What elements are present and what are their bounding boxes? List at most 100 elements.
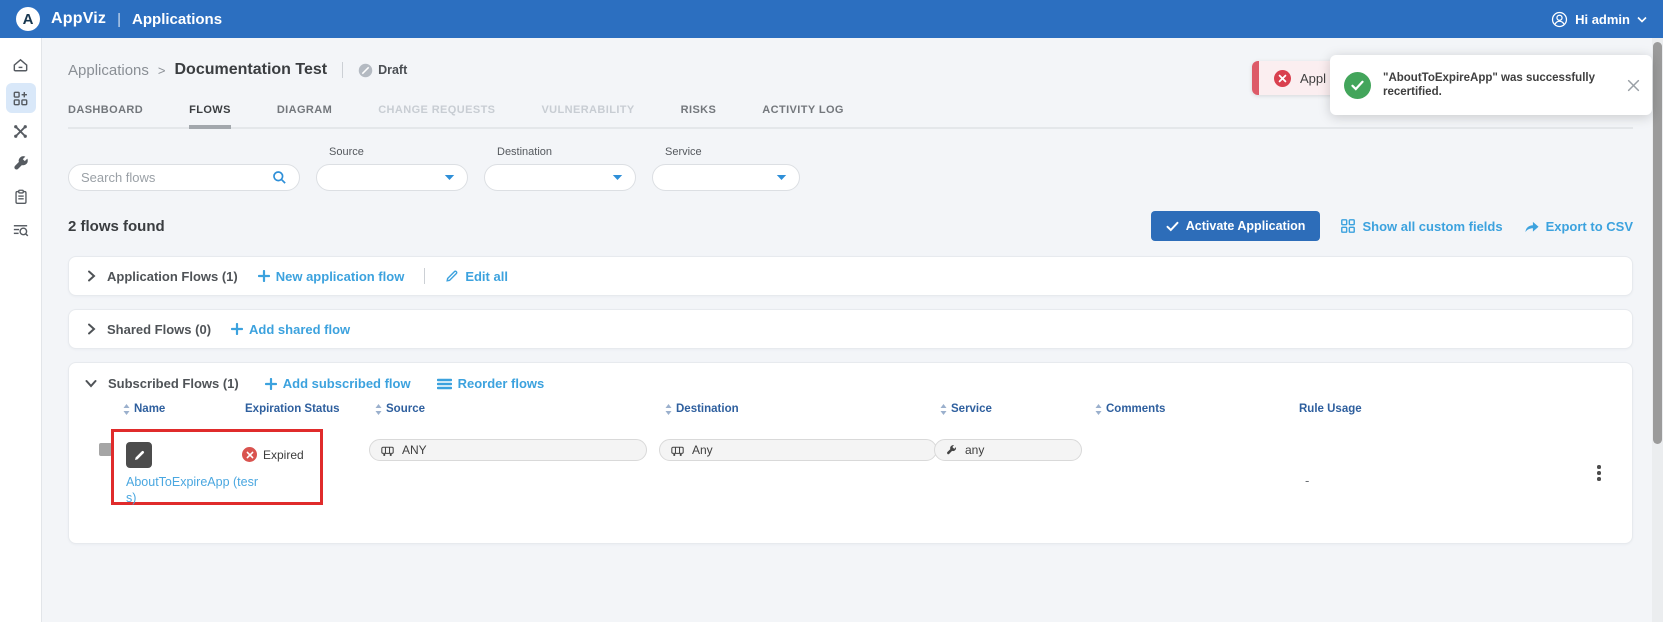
add-subscribed-flow-button[interactable]: Add subscribed flow xyxy=(265,376,411,391)
activate-application-label: Activate Application xyxy=(1186,219,1306,233)
plus-icon xyxy=(231,323,243,335)
column-header-rule-usage: Rule Usage xyxy=(1299,403,1362,415)
column-header-source[interactable]: Source xyxy=(375,403,425,415)
chevron-down-icon xyxy=(776,174,787,181)
service-value: any xyxy=(965,443,984,457)
row-menu-button[interactable] xyxy=(1593,461,1605,485)
subscribed-flows-section: Subscribed Flows (1) Add subscribed flow… xyxy=(68,362,1633,544)
sort-icon xyxy=(1095,404,1102,415)
shared-flows-toggle[interactable]: Shared Flows (0) xyxy=(87,322,211,337)
filters-row: Source Destination Service xyxy=(68,143,1633,191)
destination-value: Any xyxy=(692,443,713,457)
chevron-right-icon xyxy=(87,323,96,335)
scrollbar[interactable] xyxy=(1652,38,1663,622)
edit-all-button[interactable]: Edit all xyxy=(445,269,508,284)
table-header-row: Name Expiration Status Source Destinatio… xyxy=(69,399,1632,429)
breadcrumb-separator: > xyxy=(158,63,166,78)
wrench-icon xyxy=(12,155,30,173)
search-input[interactable] xyxy=(81,170,272,185)
sidebar-item-home[interactable] xyxy=(6,50,36,80)
alert-text: Appl xyxy=(1300,71,1326,86)
flows-found-count: 2 flows found xyxy=(68,218,165,235)
column-header-comments[interactable]: Comments xyxy=(1095,403,1165,415)
sort-icon xyxy=(375,404,382,415)
error-icon xyxy=(1274,70,1291,87)
export-csv-label: Export to CSV xyxy=(1546,219,1633,234)
tab-change-requests: CHANGE REQUESTS xyxy=(378,104,495,116)
draft-icon xyxy=(358,63,373,78)
network-x-icon xyxy=(11,122,30,141)
check-icon xyxy=(1166,221,1179,232)
tab-risks[interactable]: RISKS xyxy=(681,104,717,116)
toast-close-icon[interactable] xyxy=(1627,79,1640,92)
new-application-flow-button[interactable]: New application flow xyxy=(258,269,405,284)
traffic-icon xyxy=(670,444,685,457)
shared-flows-section: Shared Flows (0) Add shared flow xyxy=(68,309,1633,349)
tab-diagram[interactable]: DIAGRAM xyxy=(277,104,332,116)
appviz-logo-icon: A xyxy=(16,7,40,31)
application-flows-section: Application Flows (1) New application fl… xyxy=(68,256,1633,296)
column-header-name[interactable]: Name xyxy=(123,403,165,415)
tab-activity-log[interactable]: ACTIVITY LOG xyxy=(762,104,844,116)
pencil-icon xyxy=(445,269,459,283)
new-application-flow-label: New application flow xyxy=(276,269,405,284)
show-custom-fields-label: Show all custom fields xyxy=(1362,219,1502,234)
breadcrumb-applications-link[interactable]: Applications xyxy=(68,62,149,79)
home-icon xyxy=(11,56,30,75)
sidebar-item-tools[interactable] xyxy=(6,149,36,179)
chevron-right-icon xyxy=(87,270,96,282)
column-label-service: Service xyxy=(951,403,992,415)
destination-filter-dropdown[interactable] xyxy=(484,164,636,191)
show-custom-fields-link[interactable]: Show all custom fields xyxy=(1340,218,1502,234)
export-arrow-icon xyxy=(1523,219,1540,234)
name-cell-highlight: Expired AboutToExpireApp (tesr s) xyxy=(111,429,323,505)
column-label-comments: Comments xyxy=(1106,403,1165,415)
sidebar-item-reports[interactable] xyxy=(6,182,36,212)
search-flows-field xyxy=(68,164,300,191)
chevron-down-icon xyxy=(612,174,623,181)
source-filter-dropdown[interactable] xyxy=(316,164,468,191)
destination-filter-label: Destination xyxy=(497,146,636,158)
expiration-status-label: Expired xyxy=(263,448,304,462)
sidebar-item-network-map[interactable] xyxy=(6,116,36,146)
service-filter-group: Service xyxy=(652,146,800,191)
reorder-flows-button[interactable]: Reorder flows xyxy=(437,376,545,391)
service-filter-dropdown[interactable] xyxy=(652,164,800,191)
tab-vulnerability: VULNERABILITY xyxy=(541,104,634,116)
flow-name-link[interactable]: AboutToExpireApp (tesr s) xyxy=(126,474,318,506)
sort-icon xyxy=(940,404,947,415)
tab-flows[interactable]: FLOWS xyxy=(189,104,231,116)
user-menu[interactable]: Hi admin xyxy=(1551,11,1647,28)
reorder-flows-label: Reorder flows xyxy=(458,376,545,391)
table-row: Expired AboutToExpireApp (tesr s) ANY xyxy=(69,429,1632,533)
subscribed-flows-toggle[interactable]: Subscribed Flows (1) xyxy=(85,376,239,391)
toast-message: "AboutToExpireApp" was successfully rece… xyxy=(1383,71,1615,99)
application-flows-toggle[interactable]: Application Flows (1) xyxy=(87,269,238,284)
export-csv-link[interactable]: Export to CSV xyxy=(1523,219,1633,234)
add-shared-flow-button[interactable]: Add shared flow xyxy=(231,322,350,337)
success-toast: "AboutToExpireApp" was successfully rece… xyxy=(1330,55,1652,115)
brand-name: AppViz xyxy=(51,10,106,28)
expired-icon xyxy=(242,447,257,462)
source-filter-group: Source xyxy=(316,146,468,191)
page-title: Documentation Test xyxy=(174,61,327,79)
sidebar-item-query[interactable] xyxy=(6,215,36,245)
destination-cell: Any xyxy=(659,439,937,461)
activate-application-button[interactable]: Activate Application xyxy=(1151,211,1321,241)
source-filter-label: Source xyxy=(329,146,468,158)
edit-all-label: Edit all xyxy=(465,269,508,284)
column-label-name: Name xyxy=(134,403,165,415)
search-icon[interactable] xyxy=(272,170,287,185)
summary-actions: Activate Application Show all custom fie… xyxy=(1151,211,1633,241)
edit-flow-button[interactable] xyxy=(126,442,152,468)
grid-icon xyxy=(1340,218,1356,234)
scrollbar-thumb[interactable] xyxy=(1653,42,1662,444)
breadcrumb-divider xyxy=(342,62,343,78)
add-subscribed-flow-label: Add subscribed flow xyxy=(283,376,411,391)
tab-dashboard[interactable]: DASHBOARD xyxy=(68,104,143,116)
column-header-destination[interactable]: Destination xyxy=(665,403,739,415)
source-cell: ANY xyxy=(369,439,647,461)
chevron-down-icon xyxy=(85,379,97,388)
sidebar-item-applications[interactable] xyxy=(6,83,36,113)
column-header-service[interactable]: Service xyxy=(940,403,992,415)
